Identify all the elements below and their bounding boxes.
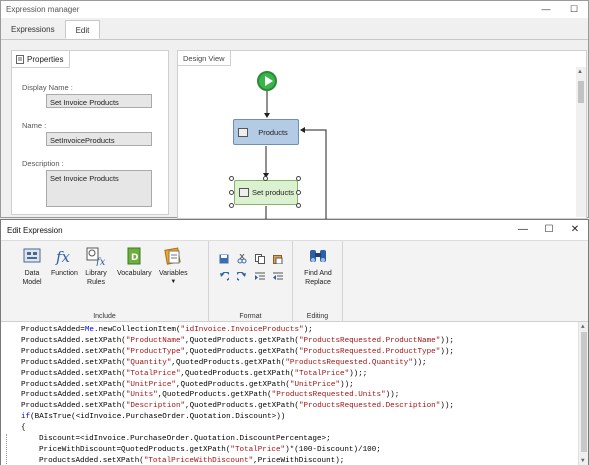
expression-manager-window: Expression manager — ☐ Expressions Edit … — [0, 0, 589, 219]
function-label: Function — [51, 270, 78, 277]
code-editor[interactable]: ProductsAdded=Me.newCollectionItem("idIn… — [1, 322, 588, 465]
scroll-down-icon[interactable]: ▼ — [581, 457, 585, 464]
save-icon[interactable] — [217, 253, 231, 265]
cut-icon[interactable] — [235, 253, 249, 265]
ribbon-group-editing: Find And Replace Editing — [293, 241, 343, 323]
code-line: if(BAIsTrue(<idInvoice.PurchaseOrder.Quo… — [21, 413, 286, 422]
undo-icon[interactable] — [217, 271, 231, 283]
format-group-title: Format — [239, 313, 262, 320]
data-model-icon — [21, 245, 43, 267]
ribbon-group-include: Data Model fx Function fx Library Rules … — [1, 241, 209, 323]
data-model-button[interactable]: Data Model — [19, 245, 45, 287]
selection-handle[interactable] — [229, 190, 234, 195]
scroll-up-icon[interactable]: ▲ — [581, 323, 585, 330]
dialog-title: Edit Expression — [7, 225, 63, 235]
code-line: ProductsAdded.setXPath("TotalPriceWithDi… — [39, 456, 345, 465]
vocabulary-label: Vocabulary — [117, 270, 152, 277]
variables-button[interactable]: Variables ▼ — [159, 245, 188, 287]
selection-handle[interactable] — [229, 203, 234, 208]
library-rules-icon: fx — [85, 245, 107, 267]
flow-node-products[interactable]: Products — [233, 119, 299, 145]
paste-icon[interactable] — [271, 253, 285, 265]
expression-icon — [239, 188, 249, 197]
ribbon: Data Model fx Function fx Library Rules … — [1, 240, 588, 323]
include-group-title: Include — [93, 313, 116, 320]
data-model-label: Data Model — [22, 270, 42, 286]
flow-node-set-products-label: Set products — [251, 188, 295, 197]
function-icon: fx — [53, 245, 75, 267]
start-node-icon[interactable] — [257, 71, 277, 91]
variables-label: Variables — [159, 270, 188, 277]
binoculars-icon — [307, 245, 329, 267]
selection-handle[interactable] — [296, 176, 301, 181]
function-button[interactable]: fx Function — [51, 245, 78, 278]
minimize-icon[interactable]: — — [510, 220, 536, 240]
vocabulary-icon: D — [123, 245, 145, 267]
redo-icon[interactable] — [235, 271, 249, 283]
variables-icon — [162, 245, 184, 267]
close-icon[interactable]: ✕ — [562, 220, 588, 240]
library-rules-label: Library Rules — [85, 270, 107, 286]
copy-icon[interactable] — [253, 253, 267, 265]
library-rules-button[interactable]: fx Library Rules — [83, 245, 109, 287]
editor-scroll-thumb[interactable] — [581, 332, 587, 452]
selection-handle[interactable] — [296, 203, 301, 208]
dialog-controls: — ☐ ✕ — [510, 220, 588, 240]
selection-handle[interactable] — [296, 190, 301, 195]
svg-text:fx: fx — [95, 257, 106, 266]
rule-icon — [238, 127, 248, 137]
svg-text:D: D — [131, 253, 138, 263]
outdent-icon[interactable] — [271, 271, 285, 283]
find-replace-button[interactable]: Find And Replace — [299, 245, 337, 287]
code-line: { — [21, 424, 26, 433]
vocabulary-button[interactable]: D Vocabulary — [117, 245, 152, 278]
find-replace-label: Find And Replace — [304, 270, 332, 286]
selection-handle[interactable] — [229, 176, 234, 181]
svg-text:fx: fx — [55, 248, 71, 266]
editor-scrollbar[interactable]: ▲ ▼ — [578, 322, 588, 465]
dropdown-arrow-icon: ▼ — [170, 279, 177, 285]
ribbon-group-format: Format — [209, 241, 293, 323]
flow-node-products-label: Products — [258, 127, 288, 137]
editing-group-title: Editing — [306, 313, 329, 320]
maximize-icon[interactable]: ☐ — [536, 220, 562, 240]
selection-handle[interactable] — [263, 176, 268, 181]
dialog-titlebar: Edit Expression — [1, 220, 588, 240]
indent-icon[interactable] — [253, 271, 267, 283]
fold-guide — [6, 434, 7, 465]
flow-node-set-products[interactable]: Set products — [234, 180, 298, 205]
edit-expression-dialog: Edit Expression — ☐ ✕ Data Model fx Func… — [0, 219, 589, 465]
